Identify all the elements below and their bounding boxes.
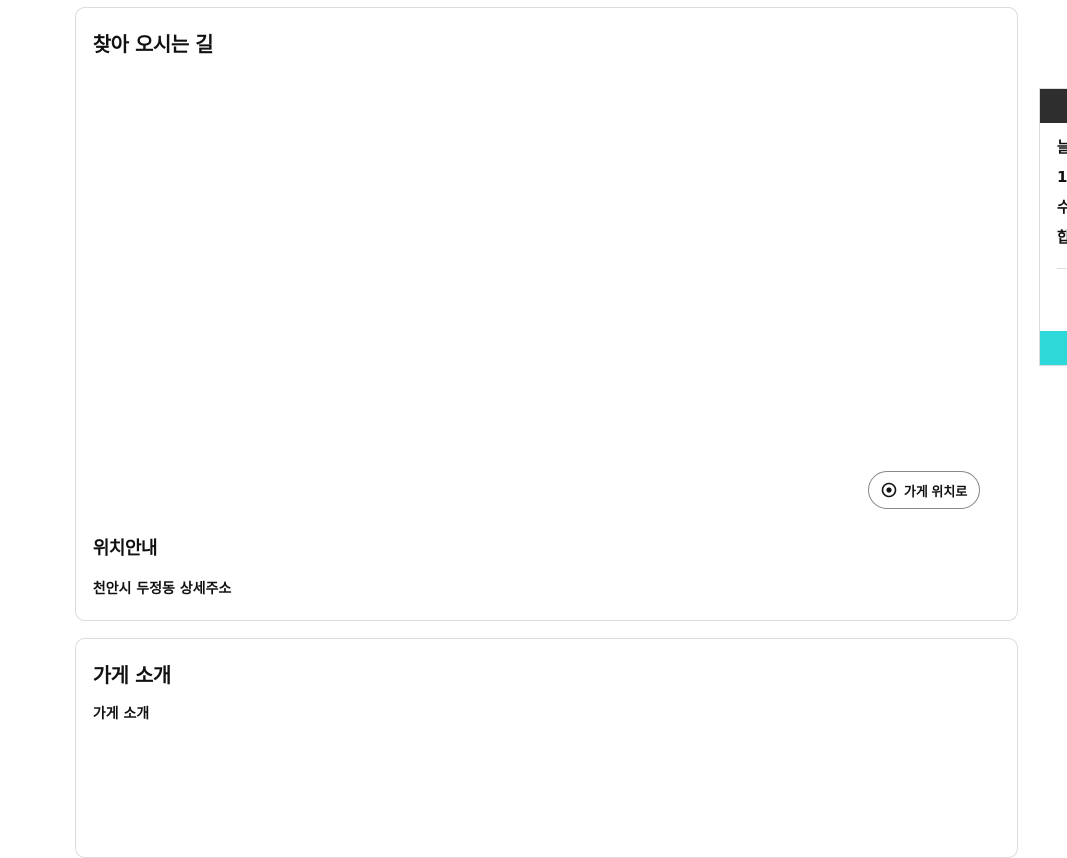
side-panel-action-button[interactable] <box>1040 331 1067 365</box>
store-intro-title: 가게 소개 <box>93 663 172 687</box>
side-panel-line: 수 <box>1057 197 1067 227</box>
location-card: 찾아 오시는 길 가게 위치로 위치안내 천안시 두정동 상세주소 <box>75 7 1018 621</box>
store-intro-card: 가게 소개 가게 소개 <box>75 638 1018 858</box>
address-text: 천안시 두정동 상세주소 <box>93 581 232 597</box>
location-info-title: 위치안내 <box>93 538 158 559</box>
store-location-button[interactable]: 가게 위치로 <box>868 471 981 509</box>
side-panel-header <box>1040 89 1067 123</box>
side-panel-line: 늘 <box>1057 137 1067 167</box>
location-title: 찾아 오시는 길 <box>93 32 214 56</box>
side-panel-line: 합 <box>1057 227 1067 257</box>
side-panel-divider <box>1057 268 1067 269</box>
side-panel: 늘 11 수 합 <box>1039 88 1067 366</box>
store-intro-text: 가게 소개 <box>93 706 150 722</box>
store-location-button-label: 가게 위치로 <box>904 483 968 499</box>
target-icon <box>881 482 897 498</box>
map-area[interactable] <box>93 68 1000 528</box>
side-panel-lines: 늘 11 수 합 <box>1057 137 1067 257</box>
side-panel-line: 11 <box>1057 168 1067 186</box>
